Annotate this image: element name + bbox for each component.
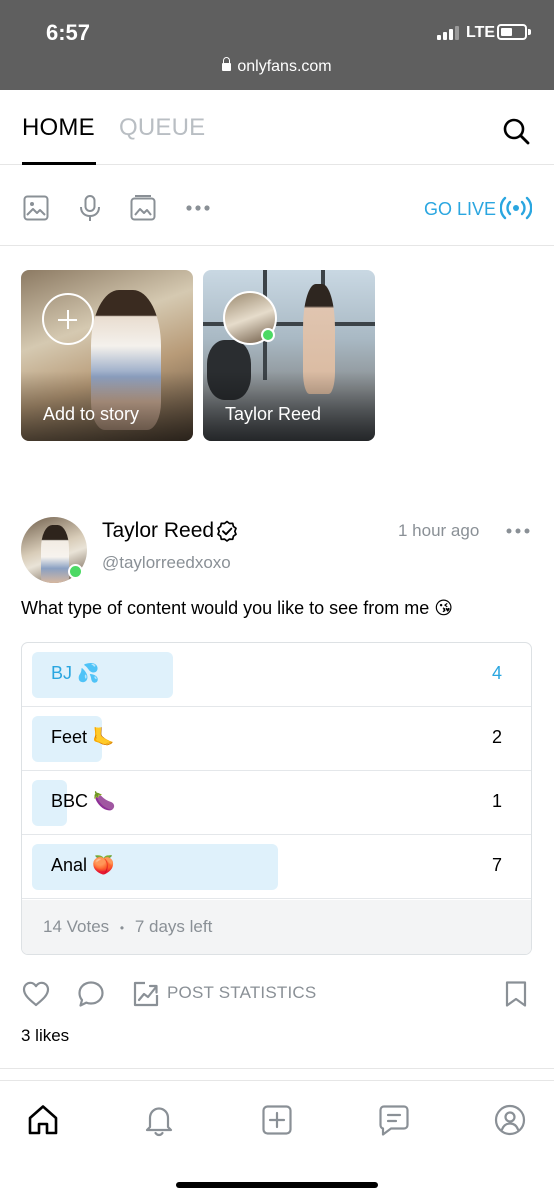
go-live-button[interactable]: GO LIVE (424, 199, 496, 220)
gallery-icon[interactable] (129, 194, 157, 222)
poll-option[interactable]: BJ 💦 4 (22, 643, 531, 707)
url-bar[interactable]: onlyfans.com (0, 57, 554, 76)
search-icon[interactable] (501, 116, 531, 146)
story-add[interactable]: Add to story (21, 270, 193, 441)
image-icon[interactable] (22, 194, 50, 222)
post-text: What type of content would you like to s… (21, 598, 453, 618)
bell-icon[interactable] (142, 1103, 176, 1137)
heart-icon[interactable] (21, 979, 51, 1009)
message-icon[interactable] (377, 1103, 411, 1137)
online-indicator (261, 328, 275, 342)
tab-queue[interactable]: QUEUE (119, 114, 205, 142)
stats-icon[interactable] (131, 979, 161, 1009)
active-tab-indicator (22, 162, 96, 165)
tab-home[interactable]: HOME (22, 114, 95, 142)
comment-icon[interactable] (76, 979, 106, 1009)
poll-option-label: BBC 🍆 (51, 791, 116, 811)
poll-option-label: Anal 🍑 (51, 855, 115, 875)
profile-icon[interactable] (493, 1103, 527, 1137)
plus-square-icon[interactable] (260, 1103, 294, 1137)
poll-option-label: BJ 💦 (51, 663, 100, 683)
post-statistics-button[interactable]: POST STATISTICS (167, 983, 316, 1003)
story-taylor-reed[interactable]: Taylor Reed (203, 270, 375, 441)
poll-option-label: Feet 🦶 (51, 727, 115, 747)
poll-option-count: 1 (491, 791, 502, 811)
more-icon[interactable] (506, 526, 530, 536)
home-icon[interactable] (26, 1103, 60, 1137)
feed-tabs: HOME QUEUE (0, 90, 554, 165)
poll-option[interactable]: Anal 🍑 7 (22, 835, 531, 899)
compose-toolbar: GO LIVE (0, 166, 554, 246)
poll-footer: 14 Votes • 7 days left (22, 900, 531, 954)
avatar-figure (41, 525, 69, 583)
separator: • (119, 921, 125, 935)
url-text: onlyfans.com (237, 58, 332, 75)
poll-option-count: 4 (491, 663, 502, 683)
post-timestamp: 1 hour ago (398, 521, 480, 540)
battery-tip (528, 29, 531, 35)
microphone-icon[interactable] (76, 194, 104, 222)
story-label: Taylor Reed (225, 404, 322, 424)
online-indicator (68, 564, 83, 579)
poll-summary: 14 Votes • 7 days left (43, 917, 212, 937)
status-bar: 6:57 LTE onlyfans.com (0, 0, 554, 90)
post-author-handle[interactable]: @taylorreedxoxo (102, 553, 231, 573)
post-author-name[interactable]: Taylor Reed (102, 519, 214, 543)
poll-option-count: 2 (491, 727, 502, 747)
signal-icon (437, 26, 459, 40)
more-icon[interactable] (184, 194, 212, 222)
status-time: 6:57 (46, 20, 91, 45)
poll-option-count: 7 (491, 855, 502, 875)
story-label: Add to story (43, 404, 140, 424)
poll-option[interactable]: BBC 🍆 1 (22, 771, 531, 835)
home-indicator (176, 1182, 378, 1188)
poll-votes: 14 Votes (43, 917, 110, 936)
poll: BJ 💦 4 Feet 🦶 2 BBC 🍆 1 Anal 🍑 7 14 Vote… (21, 642, 532, 955)
add-story-icon[interactable] (42, 293, 94, 345)
bookmark-icon[interactable] (501, 979, 531, 1009)
verified-icon (217, 520, 237, 542)
likes-count[interactable]: 3 likes (21, 1026, 69, 1046)
divider (0, 1068, 554, 1069)
live-icon[interactable] (500, 196, 532, 220)
battery-icon (497, 24, 527, 40)
network-label: LTE (466, 24, 496, 41)
lock-icon (222, 57, 232, 71)
poll-option[interactable]: Feet 🦶 2 (22, 707, 531, 771)
poll-time-left: 7 days left (134, 917, 213, 936)
